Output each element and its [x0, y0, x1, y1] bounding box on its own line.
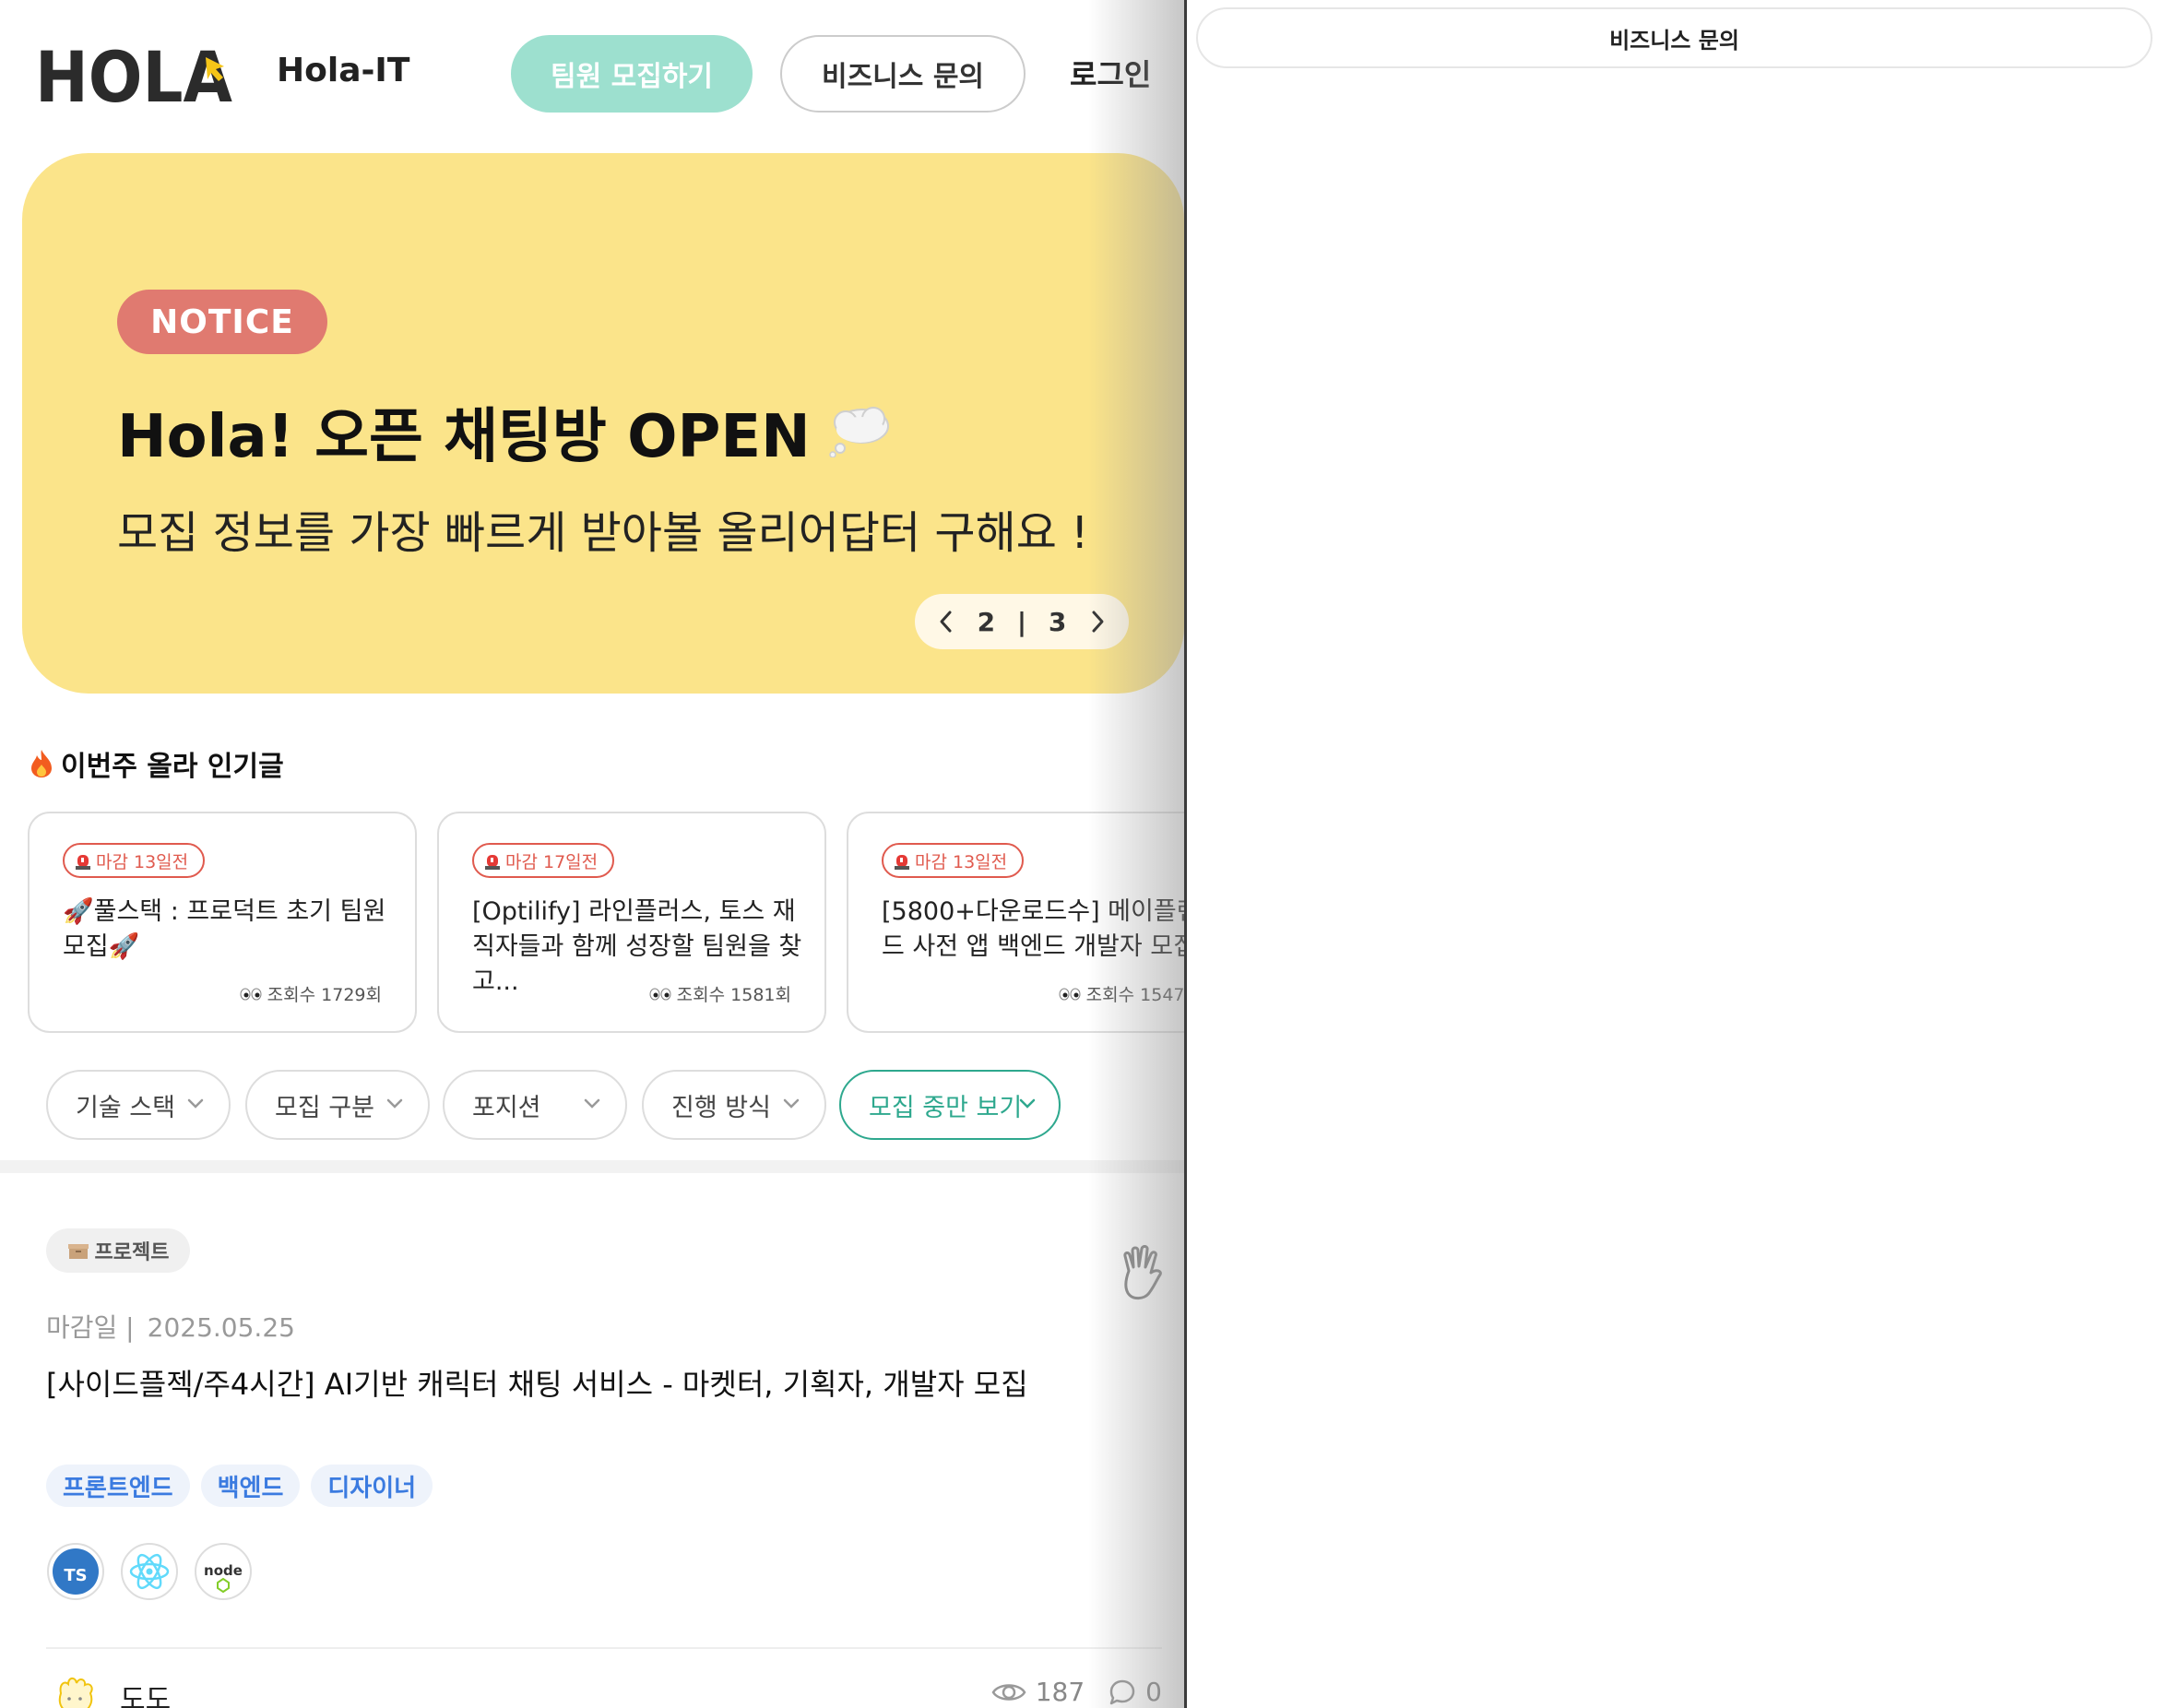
post-title[interactable]: [사이드플젝/주4시간] AI기반 캐릭터 채팅 서비스 - 마켓터, 기획자,…	[46, 1361, 1028, 1404]
position-tags: 프론트엔드 백엔드 디자이너	[46, 1465, 433, 1507]
bookmark-hand-icon[interactable]	[1114, 1243, 1171, 1304]
eye-icon	[991, 1683, 1026, 1701]
filter-recruit-type[interactable]: 모집 구분	[245, 1070, 430, 1140]
popular-card[interactable]: 마감 13일전 🚀풀스택 : 프로덕트 초기 팀원 모집🚀 조회수 1729회	[28, 812, 417, 1033]
card-title: [5800+다운로드수] 메이플랜드 사전 앱 백엔드 개발자 모집	[882, 897, 1186, 961]
tech-stack-icons: TS node	[46, 1542, 253, 1601]
svg-text:HOLA: HOLA	[35, 39, 232, 113]
siren-icon	[895, 855, 909, 870]
popular-title-text: 이번주 올라 인기글	[61, 751, 284, 783]
views-text: 조회수 1581회	[676, 985, 791, 1005]
pager-current: 2	[977, 606, 996, 637]
filter-method[interactable]: 진행 방식	[642, 1070, 826, 1140]
notice-badge: NOTICE	[117, 290, 327, 354]
site-name[interactable]: Hola-IT	[277, 52, 409, 89]
hola-logo[interactable]: HOLA	[35, 39, 238, 113]
view-count: 187	[1035, 1677, 1085, 1707]
views-text: 조회수 1547회	[1085, 985, 1186, 1005]
react-icon	[121, 1543, 178, 1600]
deadline-text: 마감 17일전	[505, 851, 599, 872]
notice-banner[interactable]: NOTICE Hola! 오픈 채팅방 OPEN 모집 정보를 가장 빠르게 받…	[22, 153, 1184, 694]
deadline-text: 마감 13일전	[96, 851, 189, 872]
svg-text:node: node	[204, 1562, 243, 1579]
siren-icon	[76, 855, 90, 870]
position-tag: 디자이너	[311, 1465, 433, 1507]
box-icon	[67, 1244, 89, 1259]
banner-title: Hola! 오픈 채팅방 OPEN	[117, 389, 892, 474]
recruit-button[interactable]: 팀원 모집하기	[511, 35, 753, 113]
typescript-icon: TS	[47, 1543, 104, 1600]
banner-title-text: Hola! 오픈 채팅방 OPEN	[117, 403, 811, 471]
filter-position[interactable]: 포지션	[443, 1070, 627, 1140]
eyes-icon	[649, 988, 671, 1000]
svg-text:TS: TS	[64, 1566, 87, 1585]
post-footer-divider	[46, 1647, 1162, 1649]
eyes-icon	[240, 988, 262, 1000]
comment-count: 0	[1145, 1677, 1162, 1707]
position-tag: 프론트엔드	[46, 1465, 190, 1507]
post-stats: 187 0	[991, 1677, 1162, 1707]
deadline-label: 마감일 |	[46, 1312, 135, 1343]
author-avatar[interactable]	[52, 1671, 98, 1708]
hola-page: HOLA Hola-IT 팀원 모집하기 비즈니스 문의 로그인 NOTICE …	[0, 0, 1186, 1708]
author-name[interactable]: 도도	[120, 1677, 171, 1708]
pager-separator: |	[1016, 606, 1027, 637]
post-deadline: 마감일 | 2025.05.25	[46, 1308, 295, 1345]
post-card[interactable]: 프로젝트 마감일 | 2025.05.25 [사이드플젝/주4시간] AI기반 캐…	[46, 1173, 1162, 1708]
business-inquiry-button[interactable]: 비즈니스 문의	[780, 35, 1026, 113]
filter-label: 모집 중만 보기	[869, 1093, 1023, 1122]
comment-icon	[1109, 1679, 1135, 1704]
category-text: 프로젝트	[94, 1241, 170, 1264]
thought-cloud-icon	[828, 407, 889, 457]
business-inquiry-pane: 비즈니스 문의	[1187, 0, 2158, 1708]
filter-label: 진행 방식	[671, 1093, 771, 1122]
chevron-down-icon	[187, 1098, 204, 1109]
chevron-down-icon	[1019, 1098, 1036, 1109]
card-views: 조회수 1581회	[649, 981, 791, 1006]
siren-icon	[485, 855, 500, 870]
deadline-badge: 마감 17일전	[472, 843, 615, 878]
card-views: 조회수 1729회	[240, 981, 382, 1006]
login-button[interactable]: 로그인	[1070, 52, 1151, 94]
deadline-text: 마감 13일전	[915, 851, 1008, 872]
eyes-icon	[1059, 988, 1081, 1000]
banner-subtitle: 모집 정보를 가장 빠르게 받아볼 올리어답터 구해요 !	[117, 507, 1089, 559]
site-header: HOLA Hola-IT 팀원 모집하기 비즈니스 문의 로그인	[0, 0, 1186, 148]
chevron-down-icon	[386, 1098, 403, 1109]
nodejs-icon: node	[195, 1543, 252, 1600]
fire-icon	[31, 750, 52, 777]
chevron-left-icon[interactable]	[937, 610, 955, 634]
filter-label: 모집 구분	[275, 1093, 374, 1122]
position-tag: 백엔드	[200, 1465, 301, 1507]
popular-card[interactable]: 마감 17일전 [Optilify] 라인플러스, 토스 재직자들과 함께 성장…	[437, 812, 826, 1033]
card-views: 조회수 1547회	[1059, 981, 1186, 1006]
filter-label: 포지션	[472, 1093, 541, 1122]
chevron-right-icon[interactable]	[1088, 610, 1107, 634]
popular-section-title: 이번주 올라 인기글	[30, 743, 284, 784]
category-badge: 프로젝트	[46, 1228, 190, 1273]
pager-total: 3	[1048, 606, 1067, 637]
chevron-down-icon	[584, 1098, 600, 1109]
chevron-down-icon	[783, 1098, 800, 1109]
deadline-date: 2025.05.25	[147, 1312, 295, 1343]
banner-pager: 2 | 3	[915, 594, 1129, 649]
filter-tech-stack[interactable]: 기술 스택	[46, 1070, 231, 1140]
card-title: 🚀풀스택 : 프로덕트 초기 팀원 모집🚀	[63, 897, 386, 961]
section-divider	[0, 1160, 1186, 1173]
business-inquiry-bar[interactable]: 비즈니스 문의	[1196, 7, 2152, 68]
popular-card[interactable]: 마감 13일전 [5800+다운로드수] 메이플랜드 사전 앱 백엔드 개발자 …	[847, 812, 1186, 1033]
filter-recruiting-only[interactable]: 모집 중만 보기	[839, 1070, 1061, 1140]
views-text: 조회수 1729회	[267, 985, 382, 1005]
deadline-badge: 마감 13일전	[882, 843, 1025, 878]
deadline-badge: 마감 13일전	[63, 843, 206, 878]
filter-label: 기술 스택	[76, 1093, 175, 1122]
